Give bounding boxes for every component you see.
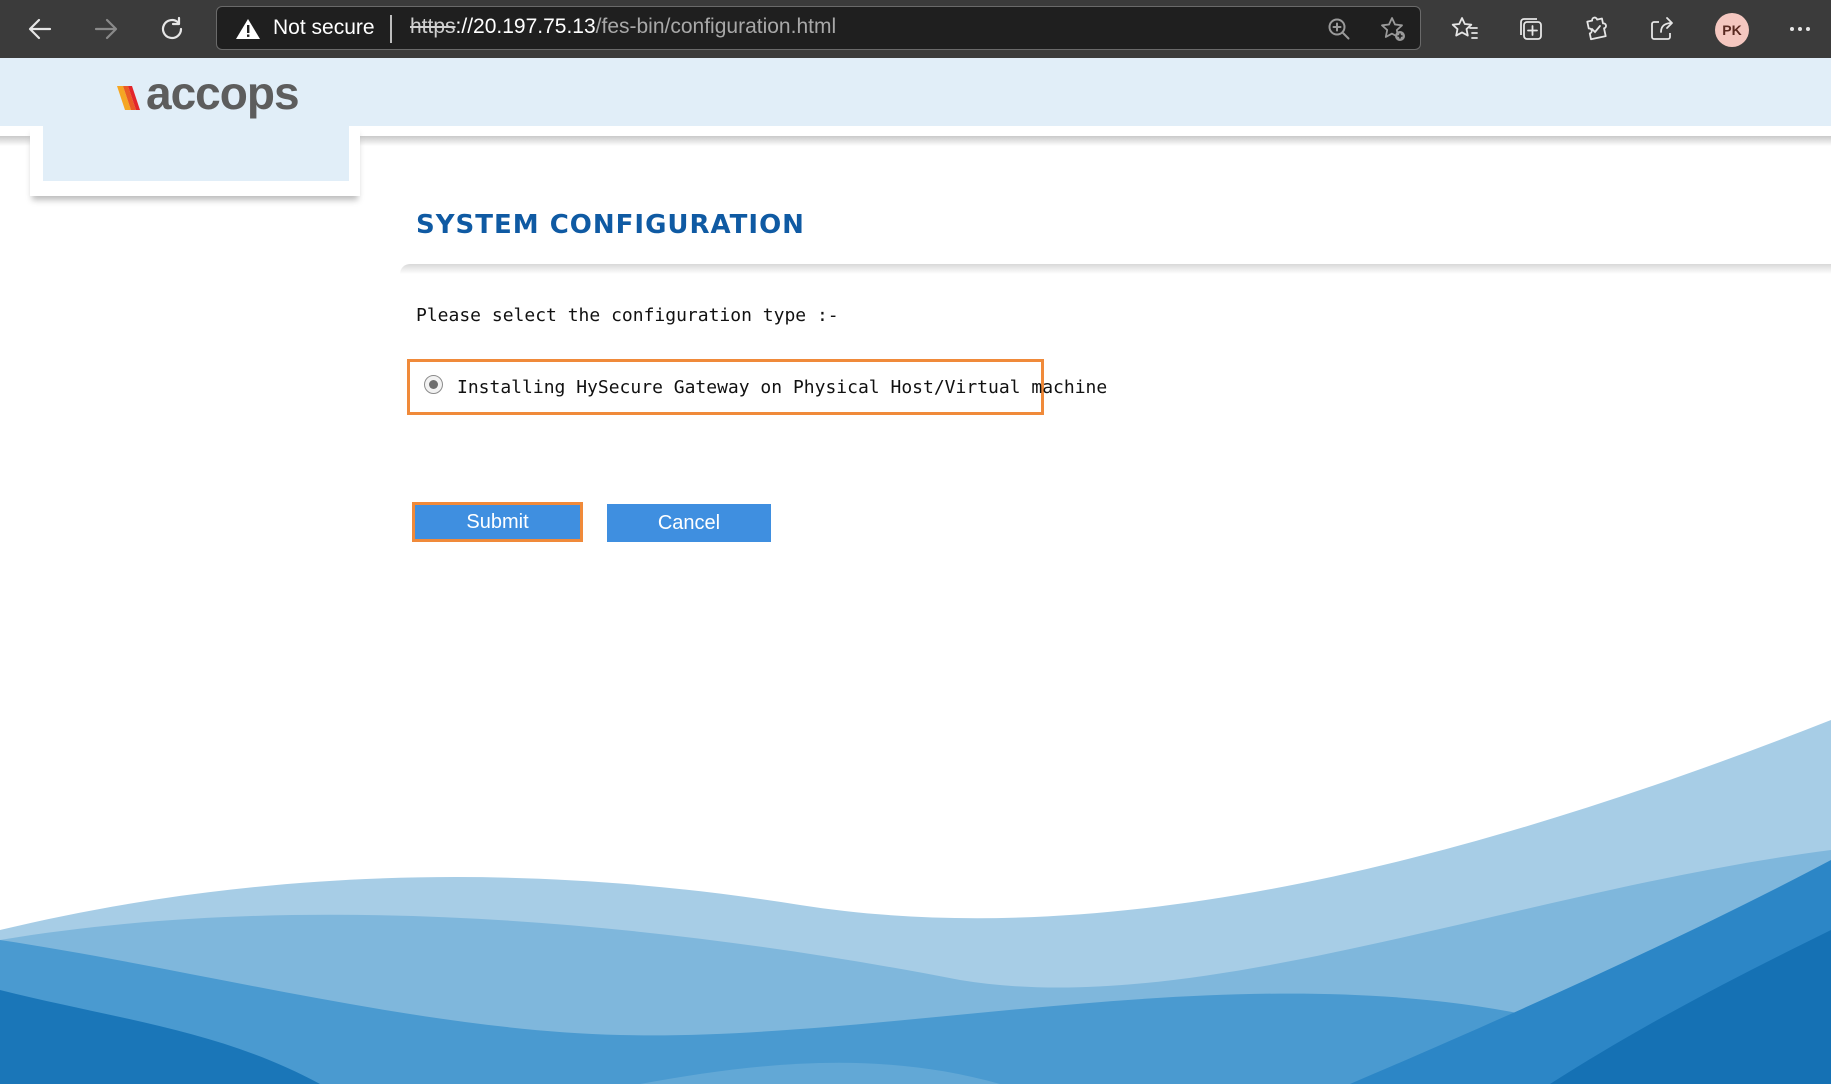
forward-button[interactable]	[86, 10, 126, 48]
url-scheme: https	[410, 15, 456, 38]
profile-avatar[interactable]: PK	[1715, 13, 1749, 47]
zoom-icon[interactable]	[1325, 15, 1353, 43]
share-icon[interactable]	[1647, 14, 1677, 44]
favorites-icon[interactable]	[1450, 14, 1480, 44]
refresh-button[interactable]	[152, 10, 192, 48]
security-status[interactable]: Not secure	[273, 16, 375, 40]
refresh-icon	[161, 16, 183, 40]
submit-button[interactable]: Submit	[412, 502, 583, 542]
logo-text: accops	[146, 67, 300, 119]
url-text[interactable]: https://20.197.75.13/fes-bin/configurati…	[410, 15, 836, 39]
config-option-hysecure-gateway[interactable]: Installing HySecure Gateway on Physical …	[407, 359, 1107, 415]
page-title: SYSTEM CONFIGURATION	[416, 210, 805, 240]
title-divider	[400, 264, 1831, 274]
url-path: /fes-bin/configuration.html	[595, 15, 837, 38]
config-prompt: Please select the configuration type :-	[416, 305, 839, 326]
address-bar[interactable]: Not secure https://20.197.75.13/fes-bin/…	[216, 6, 1421, 50]
logo-card	[30, 126, 360, 196]
more-icon[interactable]	[1785, 14, 1815, 44]
collections-icon[interactable]	[1516, 14, 1546, 44]
browser-toolbar: Not secure https://20.197.75.13/fes-bin/…	[0, 0, 1831, 58]
config-option-label[interactable]: Installing HySecure Gateway on Physical …	[457, 377, 1107, 398]
add-favorite-icon[interactable]	[1379, 15, 1407, 43]
decorative-waves	[0, 720, 1831, 1084]
warning-icon[interactable]	[235, 17, 261, 41]
extensions-icon[interactable]	[1581, 14, 1611, 44]
cancel-button[interactable]: Cancel	[607, 504, 771, 542]
logo-card-inner	[43, 126, 349, 181]
back-button[interactable]	[20, 10, 60, 48]
back-arrow-icon	[28, 18, 52, 40]
accops-logo: accops	[114, 67, 300, 119]
accops-logo-icon	[117, 86, 140, 110]
address-separator	[390, 15, 392, 43]
config-option-radio[interactable]	[424, 375, 443, 394]
url-host: ://20.197.75.13	[455, 15, 596, 38]
forward-arrow-icon	[94, 18, 118, 40]
